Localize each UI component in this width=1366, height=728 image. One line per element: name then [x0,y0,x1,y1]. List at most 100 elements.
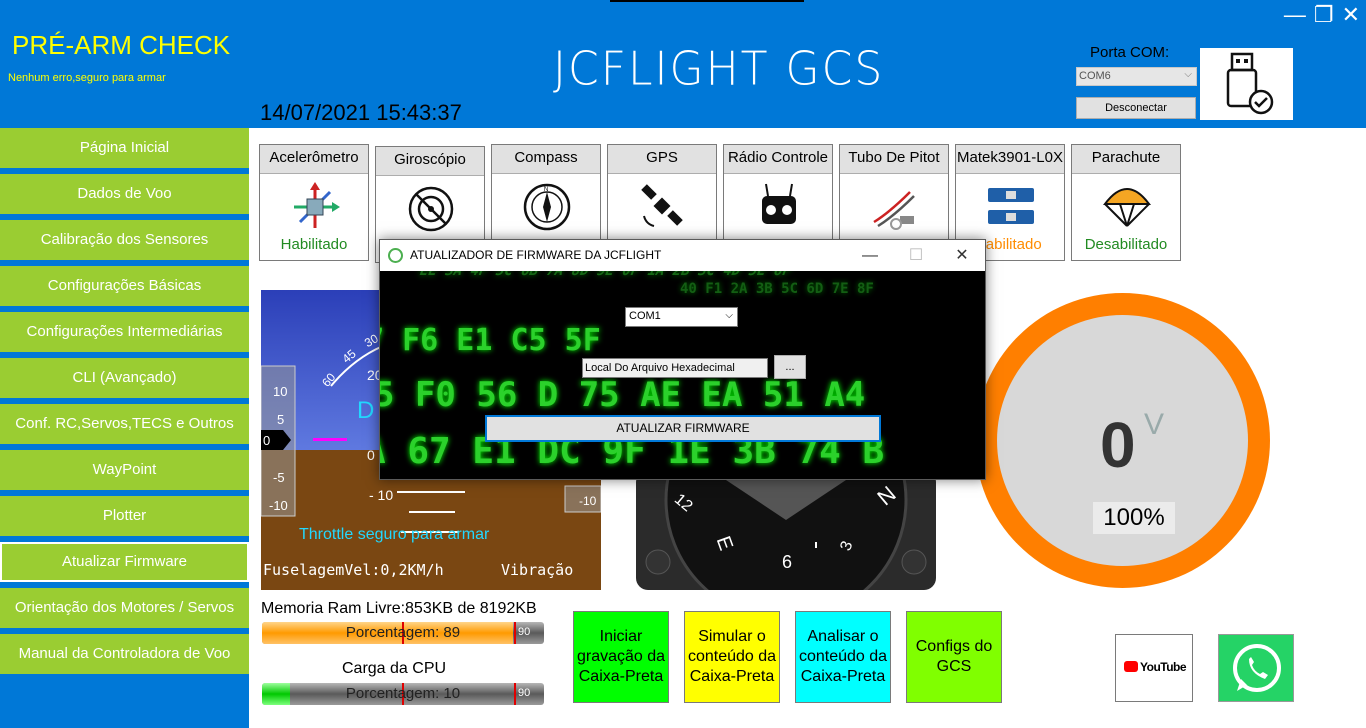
alt-scale-m10: -10 [579,494,597,508]
gcs-settings-button[interactable]: Configs do GCS [906,611,1002,703]
left-scale-5: 5 [277,412,284,427]
sidebar-item-cli-avan-ado[interactable]: CLI (Avançado) [0,358,249,398]
sensor-acelerometro: Acelerômetro Habilitado [259,144,369,261]
sensor-title: Matek3901-L0X [956,145,1064,174]
sidebar-item-conf-rc-servos-tecs-e-outros[interactable]: Conf. RC,Servos,TECS e Outros [0,404,249,444]
update-firmware-button[interactable]: ATUALIZAR FIRMWARE [485,415,881,442]
pitch-0: 0 [367,447,375,463]
browse-file-button[interactable]: ... [774,355,806,379]
window-controls: — ❐ ✕ [1276,2,1360,28]
top-divider [610,0,804,2]
close-icon[interactable]: ✕ [1342,2,1360,27]
cpu-progress-bar: Porcentagem: 10 90 [262,683,544,705]
dialog-window-controls: — ☐ ✕ [847,240,985,271]
dialog-title: ATUALIZADOR DE FIRMWARE DA JCFLIGHT [410,248,662,262]
chevron-down-icon: ⌵ [725,310,733,321]
battery-voltage: 0 [1100,409,1136,481]
cpu-percent-text: Porcentagem: 10 [345,685,461,702]
ram-limit-label: 90 [518,626,531,638]
analyze-blackbox-button[interactable]: Analisar o conteúdo da Caixa-Preta [795,611,891,703]
app-title: JCFLIGHT GCS [553,42,885,97]
sidebar-item-configura-es-intermedi-rias[interactable]: Configurações Intermediárias [0,312,249,352]
jcflight-logo-icon [388,248,403,263]
sidebar-item-p-gina-inicial[interactable]: Página Inicial [0,128,249,168]
flow-sensor-icon [986,182,1036,232]
simulate-blackbox-button[interactable]: Simular o conteúdo da Caixa-Preta [684,611,780,703]
dialog-com-select[interactable]: COM1 ⌵ [625,307,738,327]
cpu-limit-label: 90 [518,687,531,699]
sidebar-item-waypoint[interactable]: WayPoint [0,450,249,490]
ram-label: Memoria Ram Livre:853KB de 8192KB [261,600,537,617]
maximize-icon[interactable]: ❐ [1314,2,1334,27]
hex-line-1: 7 F6 E1 C5 5F [380,323,601,358]
satellite-icon [638,182,688,232]
parachute-icon [1102,182,1152,232]
sidebar-item-manual-da-controladora-de-voo[interactable]: Manual da Controladora de Voo [0,634,249,674]
sensor-status: Desabilitado [1084,236,1168,253]
vibration-readout: Vibração [501,561,574,579]
minimize-icon[interactable]: — [1284,2,1306,27]
dialog-body: EE 3A 4F 5C 6B 7A 8D 9E 0F 1A 2B 3C 4D 5… [380,271,985,479]
gyroscope-icon [406,184,456,234]
svg-text:N: N [544,187,548,193]
left-scale-m5: -5 [273,470,285,485]
datetime: 14/07/2021 15:43:37 [260,100,462,125]
start-blackbox-recording-button[interactable]: Iniciar gravação da Caixa-Preta [573,611,669,703]
sidebar-item-configura-es-b-sicas[interactable]: Configurações Básicas [0,266,249,306]
sidebar-item-calibra-o-dos-sensores[interactable]: Calibração dos Sensores [0,220,249,260]
compass-icon: N [522,182,572,232]
sensor-title: Parachute [1072,145,1180,174]
dialog-minimize-icon[interactable]: — [847,240,893,271]
sensor-title: Rádio Controle [724,145,832,174]
dialog-close-icon[interactable]: ✕ [939,240,985,271]
ram-progress-bar: Porcentagem: 89 90 [262,622,544,644]
chevron-down-icon: ⌵ [1184,69,1192,80]
pitch-m10: - 10 [369,487,393,503]
compass-6: 6 [782,552,792,572]
left-scale-10: 10 [273,384,287,399]
throttle-status: Throttle seguro para armar [299,526,490,543]
bank-60: 60 [319,370,339,389]
firmware-updater-dialog: ATUALIZADOR DE FIRMWARE DA JCFLIGHT — ☐ ✕ … [379,239,986,480]
sensor-title: GPS [608,145,716,174]
com-port-value: COM6 [1079,70,1111,82]
whatsapp-button[interactable] [1218,634,1294,702]
svg-text:D: D [357,397,374,424]
whatsapp-icon [1233,644,1281,692]
velocity-readout: FuselagemVel:0,2KM/h [263,561,444,579]
youtube-button[interactable]: YouTube [1115,634,1193,702]
pitot-tube-icon [870,182,920,232]
sidebar: Página Inicial Dados de Voo Calibração dos… [0,128,249,728]
com-port-select[interactable]: COM6 ⌵ [1076,67,1197,86]
prearm-status: Nenhum erro,seguro para armar [8,72,166,84]
hex-file-path-input[interactable]: Local Do Arquivo Hexadecimal [582,358,768,378]
left-scale-m10: -10 [269,498,288,513]
youtube-icon [1124,661,1138,672]
sensor-title: Acelerômetro [260,145,368,174]
hex-line-2: 5 F0 56 D 75 AE EA 51 A4 [380,375,866,415]
left-scale-0: 0 [263,433,270,448]
sidebar-item-dados-de-voo[interactable]: Dados de Voo [0,174,249,214]
sensor-title: Compass [492,145,600,174]
dialog-com-value: COM1 [629,310,661,322]
battery-percent: 100% [1093,502,1175,534]
disconnect-button[interactable]: Desconectar [1076,97,1196,119]
sensor-title: Giroscópio [376,147,484,176]
sidebar-item-orienta-o-dos-motores-servos[interactable]: Orientação dos Motores / Servos [0,588,249,628]
usb-connected-icon [1200,48,1293,120]
remote-control-icon [754,182,804,232]
sensor-parachute: Parachute Desabilitado [1071,144,1181,261]
heading-compass: 12 E 6 3 N [636,470,936,590]
cpu-label: Carga da CPU [342,660,447,677]
sensor-status: Habilitado [280,236,348,253]
ram-percent-text: Porcentagem: 89 [345,624,461,641]
prearm-title: PRÉ-ARM CHECK [12,30,231,60]
sensor-title: Tubo De Pitot [840,145,948,174]
hex-background-texture: EE 3A 4F 5C 6B 7A 8D 9E 0F 1A 2B 3C 4D 5… [417,271,794,279]
dialog-maximize-icon: ☐ [908,247,924,264]
accelerometer-icon [290,182,340,232]
hex-background-texture: 40 F1 2A 3B 5C 6D 7E 8F [680,281,874,297]
dialog-titlebar: ATUALIZADOR DE FIRMWARE DA JCFLIGHT — ☐ ✕ [380,240,985,271]
sidebar-item-atualizar-firmware[interactable]: Atualizar Firmware [0,542,249,582]
sidebar-item-plotter[interactable]: Plotter [0,496,249,536]
